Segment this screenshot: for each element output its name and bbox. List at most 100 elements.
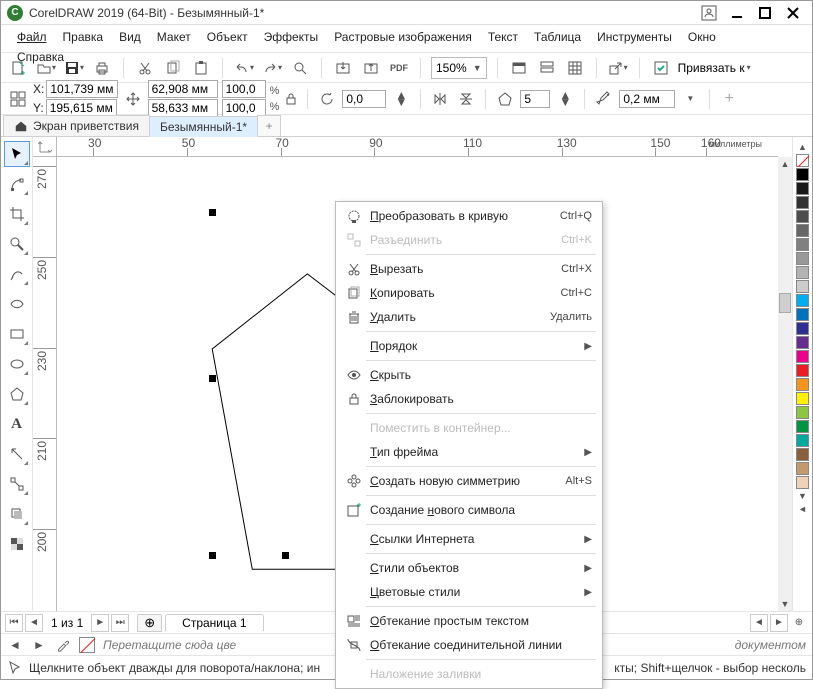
ellipse-tool[interactable] bbox=[4, 351, 30, 377]
grid-icon[interactable] bbox=[564, 57, 586, 79]
menu-table[interactable]: Таблица bbox=[526, 27, 589, 47]
page-tab-1[interactable]: Страница 1 bbox=[165, 614, 263, 631]
dimension-tool[interactable] bbox=[4, 441, 30, 467]
zoom-tool[interactable] bbox=[4, 231, 30, 257]
fill-swatch-icon[interactable] bbox=[79, 637, 95, 653]
x-input[interactable]: 101,739 мм bbox=[46, 80, 117, 98]
search-icon[interactable] bbox=[289, 57, 311, 79]
undo-icon[interactable]: ▾ bbox=[233, 57, 255, 79]
width-input[interactable]: 62,908 мм bbox=[148, 80, 218, 98]
export-icon[interactable] bbox=[360, 57, 382, 79]
selection-handle[interactable] bbox=[209, 209, 216, 216]
account-icon[interactable] bbox=[696, 4, 722, 22]
cm-order[interactable]: Порядок ▶ bbox=[336, 334, 602, 358]
last-page-button[interactable]: ⏭ bbox=[111, 614, 129, 632]
crop-tool[interactable] bbox=[4, 201, 30, 227]
cm-delete[interactable]: Удалить Удалить bbox=[336, 305, 602, 329]
print-icon[interactable] bbox=[91, 57, 113, 79]
cut-icon[interactable] bbox=[134, 57, 156, 79]
save-icon[interactable]: ▾ bbox=[63, 57, 85, 79]
menu-bitmaps[interactable]: Растровые изображения bbox=[326, 27, 480, 47]
menu-tools[interactable]: Инструменты bbox=[589, 27, 680, 47]
menu-edit[interactable]: Правка bbox=[55, 27, 112, 47]
outline-width-input[interactable]: 0,2 мм bbox=[619, 90, 675, 108]
cm-convert-to-curves[interactable]: Преобразовать в кривую Ctrl+Q bbox=[336, 204, 602, 228]
add-page-button[interactable]: ⊕ bbox=[137, 614, 162, 632]
cm-lock[interactable]: Заблокировать bbox=[336, 387, 602, 411]
vertical-scrollbar[interactable]: ▲ ▼ bbox=[778, 157, 792, 611]
mirror-v-icon[interactable] bbox=[455, 88, 477, 110]
ruler-origin-icon[interactable] bbox=[33, 137, 57, 157]
color-swatch[interactable] bbox=[796, 476, 809, 489]
tab-new[interactable]: + bbox=[257, 115, 281, 136]
cm-wrap-connector[interactable]: Обтекание соединительной линии bbox=[336, 633, 602, 657]
color-swatch[interactable] bbox=[796, 294, 809, 307]
scale-x-input[interactable]: 100,0 bbox=[222, 80, 266, 98]
scroll-thumb[interactable] bbox=[779, 293, 791, 313]
paste-icon[interactable] bbox=[190, 57, 212, 79]
menu-text[interactable]: Текст bbox=[480, 27, 526, 47]
mirror-h-icon[interactable] bbox=[429, 88, 451, 110]
maximize-button[interactable] bbox=[752, 4, 778, 22]
snap-toggle-icon[interactable] bbox=[650, 57, 672, 79]
eyedropper-icon[interactable] bbox=[55, 637, 71, 653]
color-swatch[interactable] bbox=[796, 182, 809, 195]
palette-up-icon[interactable]: ▲ bbox=[796, 141, 809, 153]
freehand-tool[interactable] bbox=[4, 261, 30, 287]
launch-icon[interactable]: ▾ bbox=[607, 57, 629, 79]
transparency-tool[interactable] bbox=[4, 531, 30, 557]
cm-hide[interactable]: Скрыть bbox=[336, 363, 602, 387]
color-swatch[interactable] bbox=[796, 336, 809, 349]
pick-tool[interactable] bbox=[4, 141, 30, 167]
selection-handle[interactable] bbox=[282, 552, 289, 559]
open-icon[interactable]: ▾ bbox=[35, 57, 57, 79]
menu-layout[interactable]: Макет bbox=[149, 27, 199, 47]
color-swatch[interactable] bbox=[796, 364, 809, 377]
color-swatch[interactable] bbox=[796, 322, 809, 335]
menu-file[interactable]: Файл bbox=[9, 27, 55, 47]
tab-welcome[interactable]: Экран приветствия bbox=[3, 115, 150, 136]
rotation-input[interactable]: 0,0 bbox=[342, 90, 386, 108]
hint-next-icon[interactable]: ► bbox=[31, 637, 47, 653]
close-button[interactable] bbox=[780, 4, 806, 22]
copy-icon[interactable] bbox=[162, 57, 184, 79]
color-swatch[interactable] bbox=[796, 196, 809, 209]
fullscreen-icon[interactable] bbox=[508, 57, 530, 79]
redo-icon[interactable]: ▾ bbox=[261, 57, 283, 79]
color-swatch[interactable] bbox=[796, 392, 809, 405]
sides-spinner-icon[interactable]: ▲▼ bbox=[554, 88, 576, 110]
selection-handle[interactable] bbox=[209, 552, 216, 559]
first-page-button[interactable]: ⏮ bbox=[5, 614, 23, 632]
artistic-media-tool[interactable] bbox=[4, 291, 30, 317]
add-icon[interactable]: + bbox=[718, 88, 740, 110]
color-swatch[interactable] bbox=[796, 406, 809, 419]
shape-tool[interactable] bbox=[4, 171, 30, 197]
cm-internet-links[interactable]: Ссылки Интернета ▶ bbox=[336, 527, 602, 551]
color-swatch[interactable] bbox=[796, 378, 809, 391]
cm-copy[interactable]: Копировать Ctrl+C bbox=[336, 281, 602, 305]
minimize-button[interactable] bbox=[724, 4, 750, 22]
menu-effects[interactable]: Эффекты bbox=[256, 27, 327, 47]
color-swatch[interactable] bbox=[796, 434, 809, 447]
color-swatch[interactable] bbox=[796, 308, 809, 321]
menu-object[interactable]: Объект bbox=[199, 27, 256, 47]
rot-spinner-icon[interactable]: ▲▼ bbox=[390, 88, 412, 110]
menu-window[interactable]: Окно bbox=[680, 27, 724, 47]
selection-handle[interactable] bbox=[209, 375, 216, 382]
cm-new-symbol[interactable]: Создание нового символа bbox=[336, 498, 602, 522]
no-color-swatch[interactable] bbox=[796, 154, 809, 167]
color-swatch[interactable] bbox=[796, 462, 809, 475]
scroll-left-button[interactable]: ◄ bbox=[750, 614, 768, 632]
vertical-ruler[interactable]: 270 250 230 210 200 bbox=[33, 157, 57, 611]
rulers-toggle-icon[interactable] bbox=[536, 57, 558, 79]
scroll-right-button[interactable]: ► bbox=[770, 614, 788, 632]
palette-flyout-icon[interactable]: ◄ bbox=[796, 503, 809, 515]
zoom-level[interactable]: 150% ▼ bbox=[431, 57, 487, 79]
new-doc-icon[interactable] bbox=[7, 57, 29, 79]
connector-tool[interactable] bbox=[4, 471, 30, 497]
horizontal-ruler[interactable]: миллиметры 30 50 70 90 110 130 150 160 bbox=[57, 137, 778, 157]
cm-cut[interactable]: Вырезать Ctrl+X bbox=[336, 257, 602, 281]
color-swatch[interactable] bbox=[796, 350, 809, 363]
next-page-button[interactable]: ► bbox=[91, 614, 109, 632]
scroll-down-icon[interactable]: ▼ bbox=[778, 597, 792, 611]
